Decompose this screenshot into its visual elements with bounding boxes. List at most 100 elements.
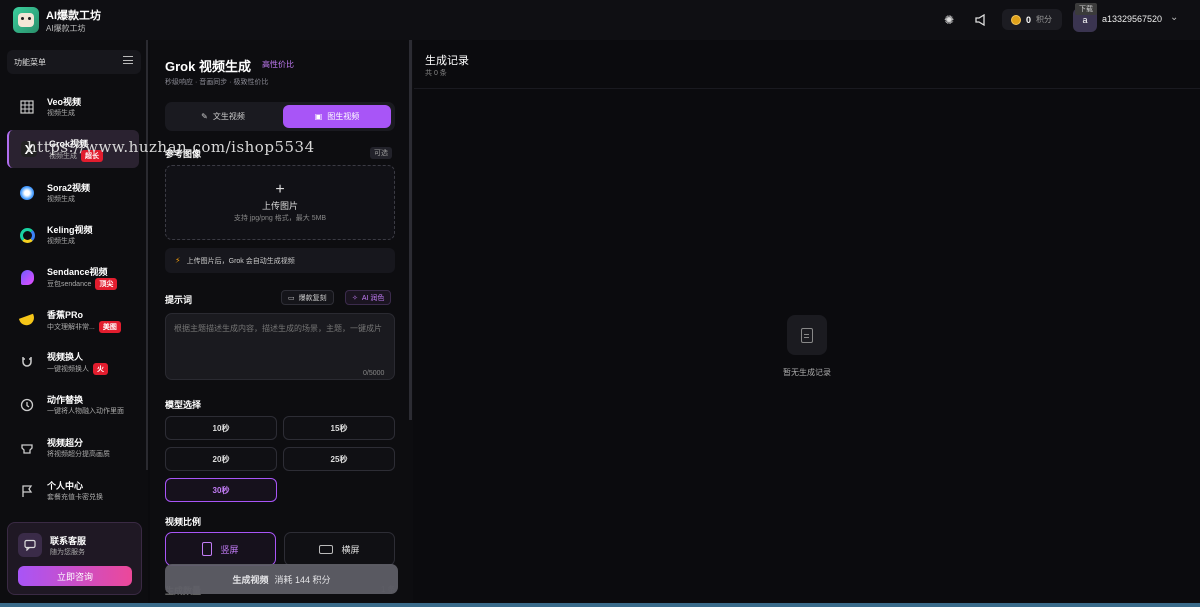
menu-title: 功能菜单 (14, 57, 46, 67)
prompt-label: 提示词 (165, 295, 193, 305)
ratio-portrait-option[interactable]: 竖屏 (165, 532, 276, 566)
customer-service-card: 联系客服 随为您服务 立即咨询 (7, 522, 142, 595)
sparkle-icon: ✧ (352, 294, 358, 302)
tab-label: 文生视频 (212, 112, 245, 121)
empty-state-text: 暂无生成记录 (783, 368, 831, 377)
app-title: AI爆款工坊 (46, 10, 101, 22)
nav-title: 香蕉PRo (47, 310, 84, 320)
prompt-input[interactable] (165, 313, 395, 380)
sidebar-item-profile[interactable]: 个人中心 套餐充值卡密兑换 (7, 472, 139, 510)
points-value: 0 (1026, 14, 1032, 25)
nav-subtitle: 视频生成 (47, 110, 75, 117)
plus-icon: + (275, 181, 285, 198)
empty-document-icon (787, 315, 827, 355)
points-balance[interactable]: 0 积分 (1002, 9, 1062, 30)
duration-option[interactable]: 25秒 (283, 447, 395, 471)
menu-toggle-icon[interactable] (123, 56, 133, 64)
divider (414, 88, 1200, 89)
sidebar-item-face-swap[interactable]: 视频换人 一键视频换人火 (7, 343, 139, 381)
duration-option[interactable]: 10秒 (165, 416, 277, 440)
nav-subtitle: 视频生成 (47, 238, 75, 245)
ai-polish-button[interactable]: ✧ AI 润色 (345, 290, 392, 305)
sidebar-item-veo[interactable]: Veo视频 视频生成 (7, 88, 139, 126)
sidebar-item-motion-swap[interactable]: 动作替换 一键将人物融入动作里面 (7, 386, 139, 424)
viral-copy-button[interactable]: ▭ 爆款复刻 (281, 290, 334, 305)
menu-header: 功能菜单 (7, 50, 141, 74)
nav-title: 视频超分 (47, 438, 84, 448)
username[interactable]: a13329567520 (1102, 14, 1162, 24)
image-icon: ▣ (314, 112, 323, 121)
nav-subtitle: 豆包sendance 顶尖 (47, 278, 118, 290)
video-camera-icon: ▭ (288, 294, 295, 302)
nav-subtitle: 套餐充值卡密兑换 (47, 494, 103, 501)
sidebar-scrollbar[interactable] (146, 40, 148, 470)
nav-title: Veo视频 (47, 97, 82, 107)
service-subtitle: 随为您服务 (50, 549, 85, 556)
sidebar-item-upscale[interactable]: 视频超分 将视频超分提高画质 (7, 429, 139, 467)
nav-title: Sora2视频 (47, 183, 91, 193)
consult-now-button[interactable]: 立即咨询 (18, 566, 132, 586)
tab-label: 图生视频 (327, 112, 360, 121)
model-label: 模型选择 (165, 400, 202, 410)
flag-icon (19, 483, 35, 499)
tab-image-to-video[interactable]: ▣ 图生视频 (283, 105, 391, 128)
nav-badge: 美图 (98, 321, 121, 333)
film-grid-icon (19, 99, 35, 115)
records-panel: 生成记录 共 0 条 暂无生成记录 (414, 40, 1200, 607)
generate-video-button[interactable]: 生成视频 消耗 144 积分 (165, 564, 398, 594)
clock-icon (19, 397, 35, 413)
watermark-text: https://www.huzhan.com/ishop5534 (27, 138, 315, 156)
nav-title: Keling视频 (47, 225, 93, 235)
nav-subtitle: 视频生成 (47, 196, 75, 203)
nav-subtitle: 一键视频换人火 (47, 363, 108, 375)
sendance-logo-icon (19, 269, 35, 285)
duration-option[interactable]: 15秒 (283, 416, 395, 440)
sora-blob-icon (19, 185, 35, 201)
grok-generation-panel: Grok 视频生成 高性价比 秒级响应 · 音画同步 · 极致性价比 ✎ 文生视… (150, 40, 413, 607)
duration-option[interactable]: 20秒 (165, 447, 277, 471)
chevron-down-icon[interactable]: ⌄ (1170, 12, 1178, 23)
cube-icon (19, 440, 35, 456)
char-counter: 0/5000 (363, 370, 385, 377)
coin-icon (1011, 14, 1021, 25)
page-title: Grok 视频生成 (165, 59, 251, 74)
panel-scrollbar[interactable] (409, 40, 412, 420)
sidebar-item-keling[interactable]: Keling视频 视频生成 (7, 216, 139, 254)
optional-tag: 可选 (370, 147, 392, 159)
keling-swirl-icon (19, 227, 35, 243)
upload-hint: 支持 jpg/png 格式，最大 5MB (233, 215, 327, 222)
records-count: 共 0 条 (425, 70, 447, 77)
sidebar-item-banana[interactable]: 香蕉PRo 中文理解非常... 美图 (7, 301, 139, 339)
upload-tip: ⚡ 上传图片后，Grok 会自动生成视频 (165, 248, 395, 273)
nav-title: Sendance视频 (47, 267, 108, 277)
value-tag: 高性价比 (262, 60, 294, 69)
sidebar-item-sendance[interactable]: Sendance视频 豆包sendance 顶尖 (7, 258, 139, 296)
image-upload-area[interactable]: + 上传图片 支持 jpg/png 格式，最大 5MB (165, 165, 395, 240)
top-header: AI爆款工坊 AI爆款工坊 ✺ 0 积分 a 下载 a13329567520 ⌄ (0, 0, 1200, 40)
tab-text-to-video[interactable]: ✎ 文生视频 (169, 105, 277, 128)
app-subtitle: AI爆款工坊 (46, 24, 86, 33)
sidebar-item-sora2[interactable]: Sora2视频 视频生成 (7, 174, 139, 212)
announcement-icon[interactable] (973, 12, 989, 28)
service-title: 联系客服 (50, 536, 87, 546)
ratio-landscape-option[interactable]: 横屏 (284, 532, 395, 566)
taskbar-strip (0, 603, 1200, 607)
nav-subtitle: 一键将人物融入动作里面 (47, 408, 124, 415)
app-logo[interactable] (13, 7, 39, 33)
records-title: 生成记录 (425, 55, 469, 67)
download-tooltip: 下载 (1075, 3, 1097, 15)
sidebar: 功能菜单 Veo视频 视频生成 X Grok视频 视频生成 超长 Sora2视频 … (0, 40, 148, 607)
duration-option-selected[interactable]: 30秒 (165, 478, 277, 502)
ratio-label: 视频比例 (165, 517, 202, 527)
theme-sun-icon[interactable]: ✺ (941, 12, 957, 28)
portrait-phone-icon (202, 542, 213, 556)
chat-icon (18, 533, 42, 557)
upload-title: 上传图片 (261, 201, 298, 211)
nav-title: 动作替换 (47, 395, 84, 405)
tip-text: 上传图片后，Grok 会自动生成视频 (186, 257, 295, 265)
generate-cost: 消耗 144 积分 (274, 574, 331, 585)
mode-switch: ✎ 文生视频 ▣ 图生视频 (165, 102, 395, 131)
nav-subtitle: 中文理解非常... 美图 (47, 321, 121, 333)
nav-badge: 火 (93, 363, 108, 375)
magnet-icon (19, 354, 35, 370)
